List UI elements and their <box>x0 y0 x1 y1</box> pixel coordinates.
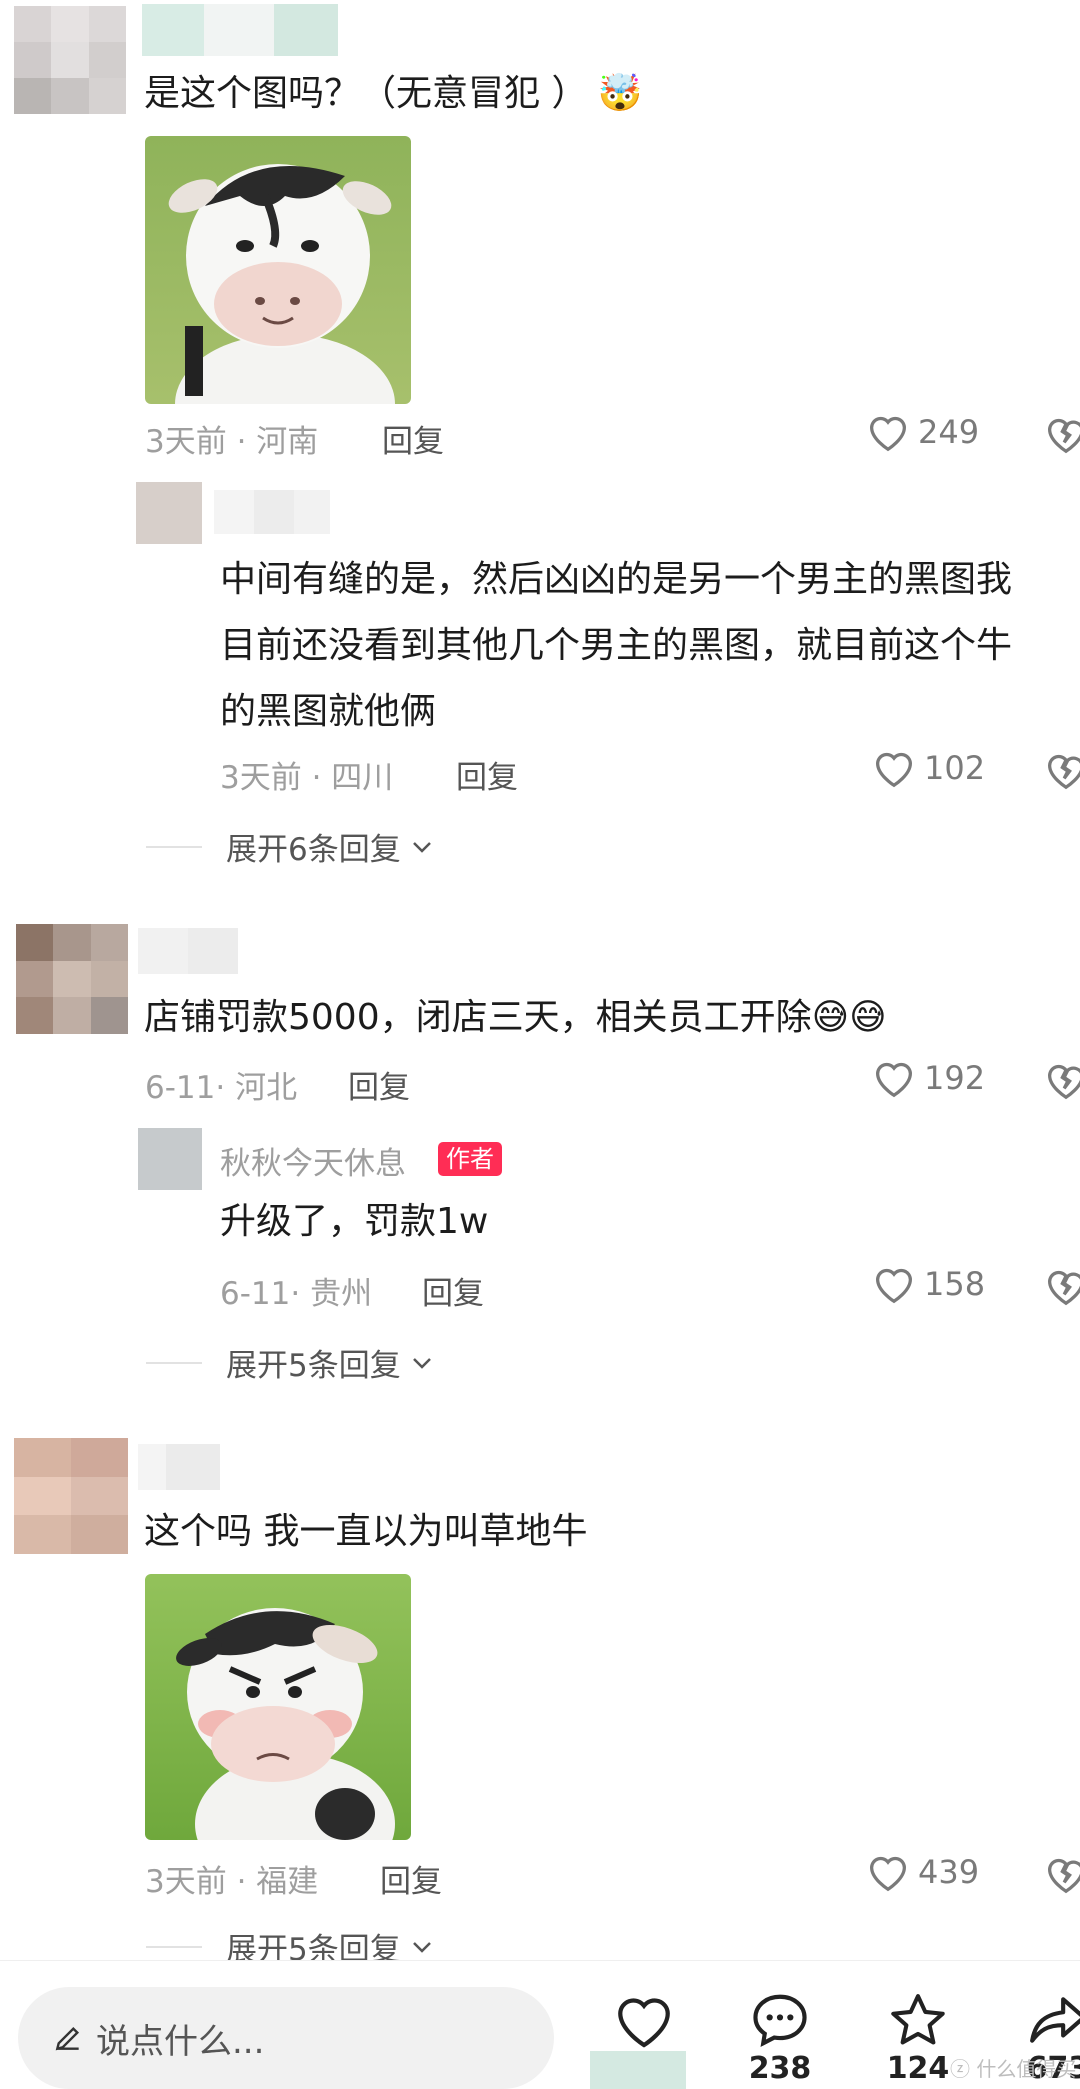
star-count: 124 <box>886 2051 950 2086</box>
reply-text-line: 升级了，罚款1w <box>220 1201 489 1242</box>
watermark-icon: ⓩ <box>950 2057 970 2081</box>
dislike-icon[interactable] <box>1044 1266 1080 1306</box>
shocked-emoji-icon: 🤯 <box>597 73 643 114</box>
dislike-icon[interactable] <box>1044 750 1080 790</box>
username-blurred[interactable] <box>138 1444 220 1490</box>
username-blurred[interactable] <box>142 4 338 56</box>
like-count: 439 <box>918 1853 980 1891</box>
reply-text-line: 目前还没看到其他几个男主的黑图，就目前这个牛 <box>220 625 1013 666</box>
share-icon <box>1030 1997 1080 2043</box>
divider <box>146 1945 202 1948</box>
like-button[interactable]: 158 <box>872 1264 985 1304</box>
comment-bubble-icon <box>753 1994 807 2047</box>
heart-icon <box>875 1268 913 1304</box>
like-count: 102 <box>924 749 986 787</box>
dislike-icon[interactable] <box>1044 1060 1080 1100</box>
pencil-icon <box>55 2026 80 2051</box>
reply-button[interactable]: 回复 <box>456 752 518 797</box>
chevron-down-icon <box>412 1357 431 1369</box>
watermark: ⓩ 什么值得买 <box>950 2053 1076 2082</box>
avatar[interactable] <box>14 1438 128 1554</box>
reply-button[interactable]: 回复 <box>382 416 444 461</box>
chevron-down-icon <box>412 1941 431 1953</box>
expand-replies-button[interactable]: 展开5条回复 <box>146 1340 433 1385</box>
comment-text: 店铺罚款5000，闭店三天，相关员工开除😅😅 <box>144 997 887 1038</box>
like-button[interactable]: 102 <box>872 748 985 788</box>
reply-button[interactable]: 回复 <box>380 1856 442 1901</box>
divider <box>146 1361 202 1364</box>
avatar[interactable] <box>14 6 126 114</box>
cow-sticker-smile[interactable] <box>145 136 411 404</box>
cow-sticker-angry[interactable] <box>145 1574 411 1840</box>
author-name[interactable]: 秋秋今天休息 <box>220 1138 406 1183</box>
star-icon <box>891 1994 945 2045</box>
sweat-smile-emoji-icon: 😅😅 <box>811 997 887 1038</box>
comment-meta: 6-11· 河北 <box>145 1070 298 1106</box>
expand-replies-button[interactable]: 展开6条回复 <box>146 824 433 869</box>
watermark-text: 什么值得买 <box>976 2057 1077 2081</box>
dislike-icon[interactable] <box>1044 414 1080 454</box>
expand-label: 展开6条回复 <box>226 832 401 868</box>
heart-icon <box>618 1998 670 2048</box>
comment-meta: 3天前 · 福建 <box>145 1864 319 1900</box>
heart-icon <box>875 1062 913 1098</box>
like-count: 192 <box>924 1059 986 1097</box>
like-count: 249 <box>918 413 980 451</box>
heart-icon <box>869 416 907 452</box>
like-button[interactable]: 249 <box>866 412 979 452</box>
author-badge: 作者 <box>438 1142 502 1176</box>
heart-icon <box>875 752 913 788</box>
like-button[interactable]: 192 <box>872 1058 985 1098</box>
chevron-down-icon <box>412 841 431 853</box>
divider <box>146 845 202 848</box>
like-button[interactable]: 439 <box>866 1852 979 1892</box>
comment-text: 这个吗 我一直以为叫草地牛 <box>144 1511 588 1552</box>
comment-input[interactable]: 说点什么... <box>18 1987 554 2089</box>
reply-button[interactable]: 回复 <box>348 1062 410 1107</box>
comment-meta: 3天前 · 河南 <box>145 424 319 460</box>
favorite-button[interactable]: 124 <box>878 1991 958 2086</box>
like-post-button[interactable] <box>604 1991 684 2051</box>
reply-button[interactable]: 回复 <box>422 1268 484 1313</box>
reply-meta: 3天前 · 四川 <box>220 760 394 796</box>
avatar[interactable] <box>16 924 128 1034</box>
avatar[interactable] <box>136 482 202 544</box>
reply-meta: 6-11· 贵州 <box>220 1276 373 1312</box>
blurred-count <box>590 2051 686 2089</box>
avatar[interactable] <box>138 1128 202 1190</box>
comment-text: 是这个图吗？（无意冒犯 ） 🤯 <box>144 73 643 114</box>
comment-button[interactable]: 238 <box>740 1991 820 2086</box>
heart-icon <box>869 1856 907 1892</box>
bottom-action-bar: 说点什么... 238 124 673 ⓩ 什么值得买 <box>0 1960 1080 2089</box>
expand-label: 展开5条回复 <box>226 1348 401 1384</box>
input-placeholder: 说点什么... <box>96 2021 265 2062</box>
like-count: 158 <box>924 1265 986 1303</box>
reply-text-line: 的黑图就他俩 <box>220 691 437 732</box>
reply-text-line: 中间有缝的是，然后凶凶的是另一个男主的黑图我 <box>220 559 1013 600</box>
username-blurred[interactable] <box>138 928 238 974</box>
comment-count: 238 <box>748 2051 812 2086</box>
username-blurred[interactable] <box>214 490 330 534</box>
dislike-icon[interactable] <box>1044 1854 1080 1894</box>
